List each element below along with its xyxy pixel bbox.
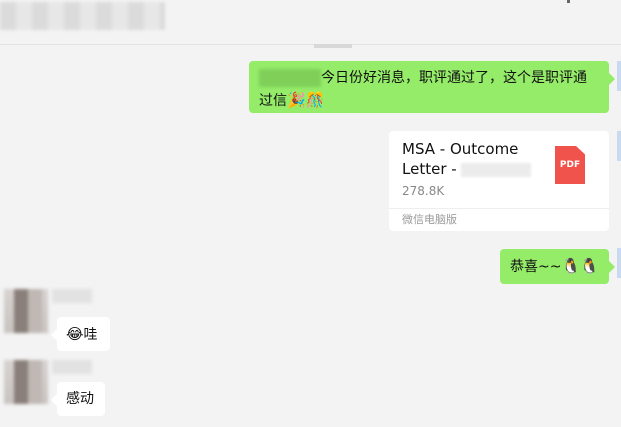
redacted-text bbox=[259, 69, 321, 87]
file-name: MSA - Outcome Letter - bbox=[402, 139, 542, 179]
party-emoji: 🎉🎊 bbox=[287, 91, 325, 109]
contact-avatar[interactable] bbox=[4, 360, 48, 404]
redacted-filename bbox=[461, 162, 532, 177]
divider bbox=[389, 208, 609, 209]
penguin-emoji: 🐧🐧 bbox=[561, 257, 599, 275]
my-avatar[interactable] bbox=[617, 61, 621, 91]
pdf-file-icon: PDF bbox=[555, 146, 585, 184]
message-text: 哇 bbox=[83, 327, 98, 343]
contact-name-blurred bbox=[52, 360, 92, 374]
my-avatar[interactable] bbox=[617, 131, 621, 161]
received-message-bubble[interactable]: 感动 bbox=[51, 382, 105, 416]
received-message-bubble[interactable]: 😂哇 bbox=[51, 317, 110, 351]
file-message-card[interactable]: MSA - Outcome Letter - 278.8K PDF 微信电脑版 bbox=[389, 131, 609, 231]
file-size: 278.8K bbox=[402, 184, 445, 198]
sent-message-bubble[interactable]: 恭喜~~🐧🐧 bbox=[500, 249, 615, 284]
contact-avatar[interactable] bbox=[4, 289, 48, 333]
more-menu-icon[interactable] bbox=[567, 0, 570, 3]
contact-name-blurred bbox=[52, 289, 92, 303]
laughing-emoji: 😂 bbox=[66, 325, 84, 343]
my-avatar[interactable] bbox=[617, 248, 621, 278]
sent-message-bubble[interactable]: 今日份好消息，职评通过了，这个是职评通过信🎉🎊 bbox=[249, 61, 615, 113]
message-text: 感动 bbox=[66, 391, 94, 407]
chat-header bbox=[0, 0, 621, 45]
file-source-label: 微信电脑版 bbox=[402, 213, 457, 226]
message-text: 恭喜~~ bbox=[510, 259, 562, 275]
scroll-indicator[interactable] bbox=[314, 44, 352, 48]
chat-title-blurred bbox=[0, 2, 165, 30]
